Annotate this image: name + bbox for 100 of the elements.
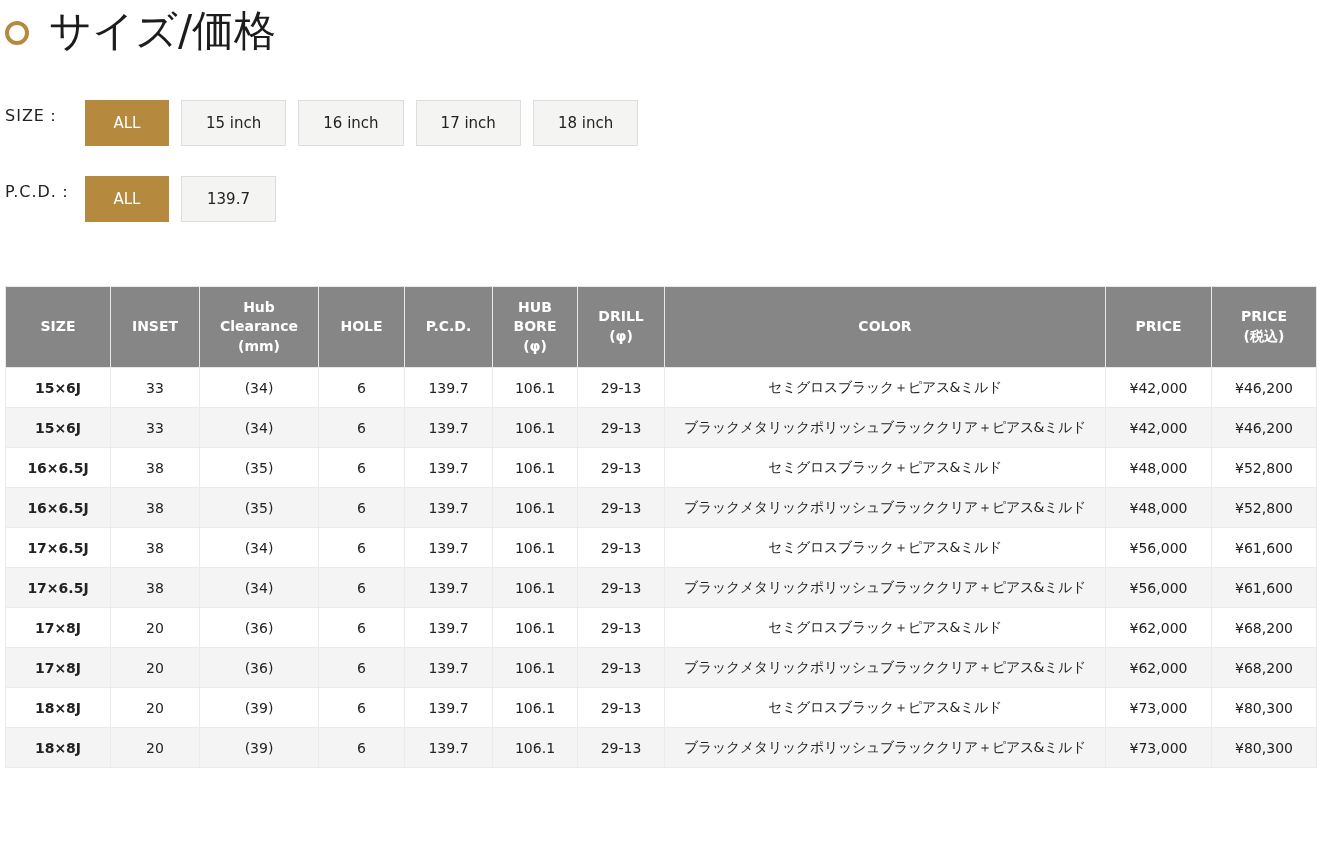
table-cell: (36)	[199, 647, 319, 688]
table-cell: 29-13	[577, 567, 665, 608]
column-header: PRICE (税込)	[1211, 286, 1317, 368]
table-cell: 38	[110, 487, 200, 528]
table-cell: 33	[110, 407, 200, 448]
table-cell: 20	[110, 647, 200, 688]
table-cell: 139.7	[404, 407, 493, 448]
table-cell: ¥56,000	[1105, 567, 1212, 608]
table-cell: 29-13	[577, 687, 665, 728]
table-cell: 6	[318, 607, 405, 648]
column-header: DRILL (φ)	[577, 286, 665, 368]
table-cell: 15×6J	[5, 407, 111, 448]
table-cell: ¥62,000	[1105, 607, 1212, 648]
filter-label: SIZE：	[5, 105, 63, 127]
table-cell: 139.7	[404, 727, 493, 768]
table-cell: セミグロスブラック＋ピアス&ミルド	[664, 687, 1106, 728]
table-cell: 38	[110, 447, 200, 488]
table-cell: 106.1	[492, 607, 578, 648]
column-header: PRICE	[1105, 286, 1212, 368]
table-cell: 106.1	[492, 647, 578, 688]
table-cell: ¥80,300	[1211, 687, 1317, 728]
table-cell: 106.1	[492, 687, 578, 728]
column-header: COLOR	[664, 286, 1106, 368]
table-cell: 139.7	[404, 567, 493, 608]
column-header: HOLE	[318, 286, 405, 368]
table-cell: 29-13	[577, 727, 665, 768]
table-cell: 139.7	[404, 527, 493, 568]
table-cell: 139.7	[404, 367, 493, 408]
table-cell: (34)	[199, 527, 319, 568]
table-cell: ¥56,000	[1105, 527, 1212, 568]
table-cell: 29-13	[577, 527, 665, 568]
table-cell: 106.1	[492, 567, 578, 608]
table-cell: 6	[318, 407, 405, 448]
filter-label: P.C.D.：	[5, 181, 75, 203]
table-cell: 17×8J	[5, 647, 111, 688]
table-cell: ブラックメタリックポリッシュブラッククリア＋ピアス&ミルド	[664, 647, 1106, 688]
table-cell: 139.7	[404, 607, 493, 648]
table-cell: (34)	[199, 367, 319, 408]
table-cell: ¥61,600	[1211, 567, 1317, 608]
table-cell: 6	[318, 367, 405, 408]
table-cell: 106.1	[492, 447, 578, 488]
table-cell: ¥80,300	[1211, 727, 1317, 768]
table-cell: 106.1	[492, 527, 578, 568]
table-cell: 29-13	[577, 607, 665, 648]
table-cell: 139.7	[404, 687, 493, 728]
table-cell: ¥73,000	[1105, 727, 1212, 768]
filter-button[interactable]: 17 inch	[415, 100, 521, 146]
table-cell: ¥68,200	[1211, 647, 1317, 688]
table-cell: セミグロスブラック＋ピアス&ミルド	[664, 367, 1106, 408]
table-cell: 6	[318, 447, 405, 488]
table-cell: (35)	[199, 487, 319, 528]
table-cell: セミグロスブラック＋ピアス&ミルド	[664, 607, 1106, 648]
table-cell: ¥42,000	[1105, 367, 1212, 408]
table-cell: 38	[110, 567, 200, 608]
table-cell: ¥52,800	[1211, 447, 1317, 488]
table-cell: 139.7	[404, 647, 493, 688]
table-cell: 20	[110, 607, 200, 648]
column-header: HUB BORE (φ)	[492, 286, 578, 368]
table-cell: 17×6.5J	[5, 567, 111, 608]
table-cell: ブラックメタリックポリッシュブラッククリア＋ピアス&ミルド	[664, 567, 1106, 608]
table-cell: (39)	[199, 687, 319, 728]
table-cell: ¥61,600	[1211, 527, 1317, 568]
table-cell: (34)	[199, 407, 319, 448]
table-cell: 17×6.5J	[5, 527, 111, 568]
table-cell: ¥48,000	[1105, 447, 1212, 488]
filter-button[interactable]: 16 inch	[298, 100, 404, 146]
column-header: P.C.D.	[404, 286, 493, 368]
filter-button[interactable]: 15 inch	[181, 100, 287, 146]
table-cell: 16×6.5J	[5, 487, 111, 528]
table-cell: (35)	[199, 447, 319, 488]
column-header: Hub Clearance (mm)	[199, 286, 319, 368]
section-heading: サイズ/価格	[49, 5, 277, 57]
table-cell: (36)	[199, 607, 319, 648]
table-cell: 20	[110, 727, 200, 768]
table-cell: 6	[318, 527, 405, 568]
table-cell: 16×6.5J	[5, 447, 111, 488]
table-cell: ¥68,200	[1211, 607, 1317, 648]
table-cell: 29-13	[577, 367, 665, 408]
table-cell: 106.1	[492, 407, 578, 448]
table-cell: 106.1	[492, 727, 578, 768]
table-cell: セミグロスブラック＋ピアス&ミルド	[664, 447, 1106, 488]
table-cell: ¥42,000	[1105, 407, 1212, 448]
table-cell: 6	[318, 567, 405, 608]
filter-button[interactable]: 139.7	[181, 176, 276, 222]
table-cell: 15×6J	[5, 367, 111, 408]
table-cell: ブラックメタリックポリッシュブラッククリア＋ピアス&ミルド	[664, 407, 1106, 448]
table-cell: 6	[318, 647, 405, 688]
table-cell: 17×8J	[5, 607, 111, 648]
column-header: INSET	[110, 286, 200, 368]
table-cell: 38	[110, 527, 200, 568]
table-cell: ブラックメタリックポリッシュブラッククリア＋ピアス&ミルド	[664, 727, 1106, 768]
table-cell: ブラックメタリックポリッシュブラッククリア＋ピアス&ミルド	[664, 487, 1106, 528]
table-cell: ¥48,000	[1105, 487, 1212, 528]
table-cell: ¥62,000	[1105, 647, 1212, 688]
table-cell: 29-13	[577, 647, 665, 688]
table-cell: 6	[318, 727, 405, 768]
table-cell: ¥52,800	[1211, 487, 1317, 528]
table-cell: 139.7	[404, 487, 493, 528]
filter-button[interactable]: 18 inch	[532, 100, 639, 146]
table-cell: 6	[318, 687, 405, 728]
